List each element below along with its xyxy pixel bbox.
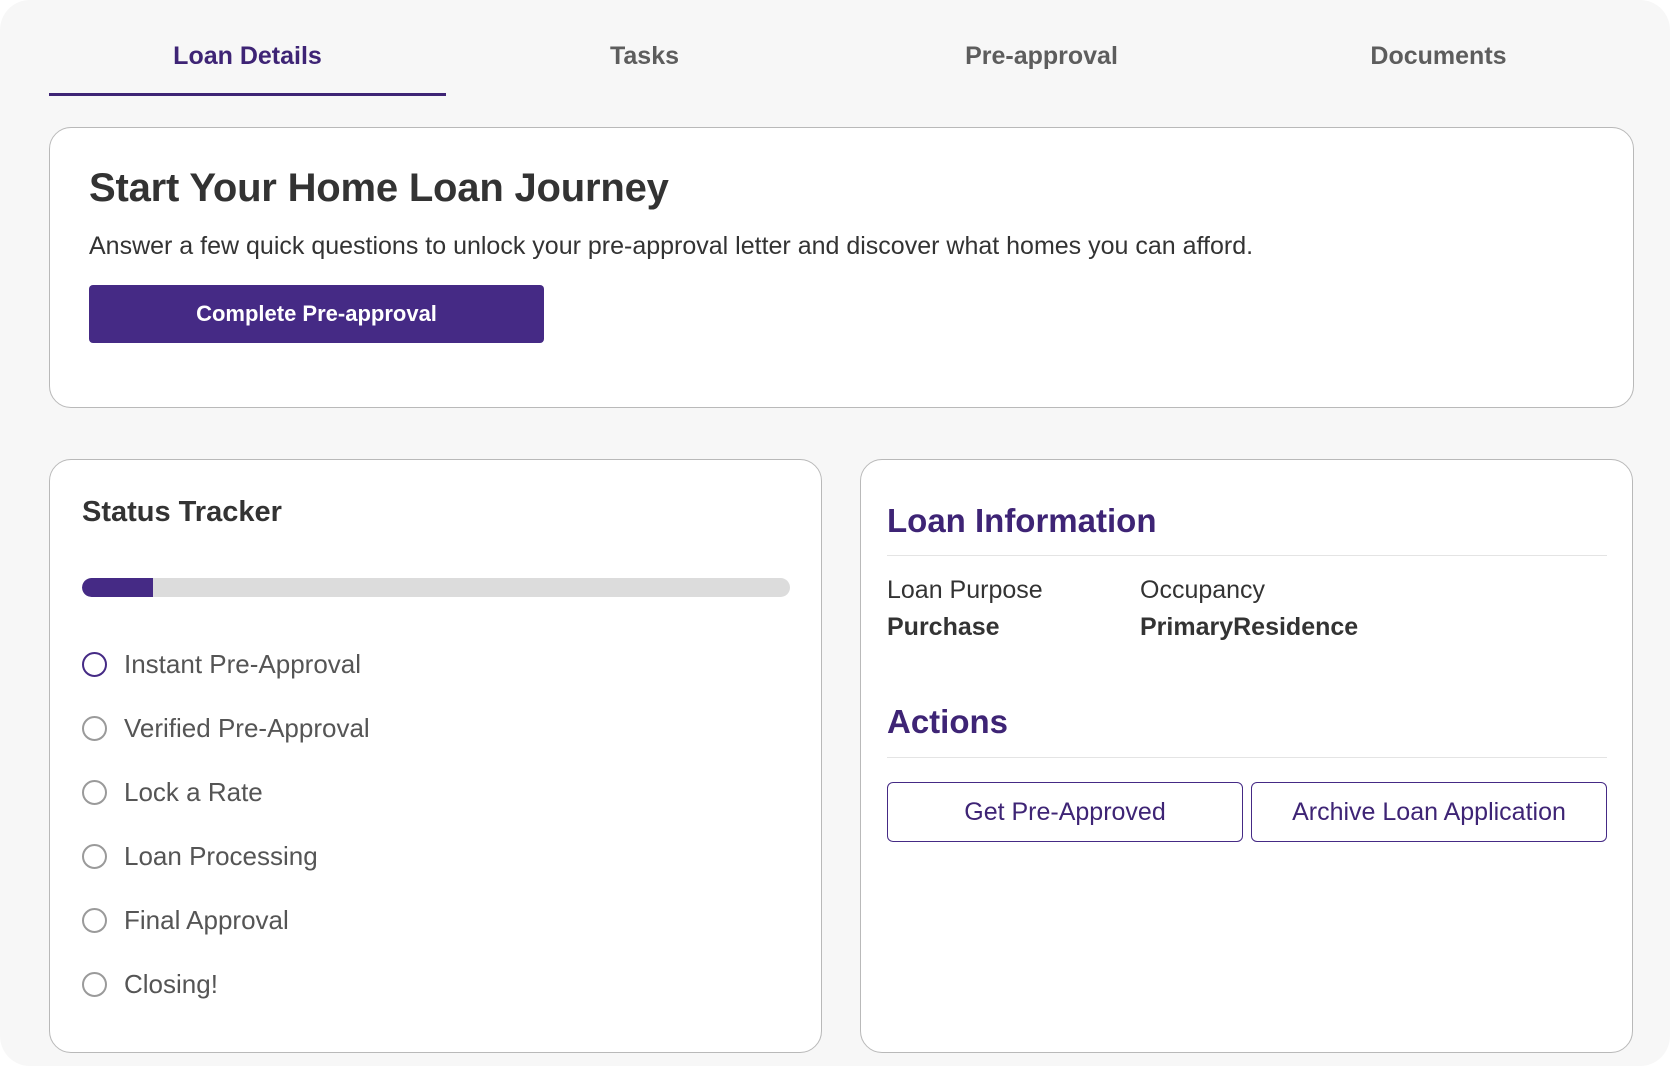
loan-information-heading: Loan Information [887, 502, 1157, 539]
status-step: Final Approval [82, 888, 370, 952]
divider [887, 757, 1607, 758]
actions-heading: Actions [887, 703, 1009, 740]
progress-bar-fill [82, 578, 153, 597]
status-step: Closing! [82, 952, 370, 1016]
status-step: Loan Processing [82, 824, 370, 888]
tab-loan-details[interactable]: Loan Details [49, 22, 446, 96]
archive-loan-application-button[interactable]: Archive Loan Application [1251, 782, 1607, 842]
circle-outline-icon [82, 971, 107, 997]
status-tracker-card: Status Tracker Instant Pre-Approval Veri… [49, 459, 822, 1053]
occupancy-value: PrimaryResidence [1140, 613, 1359, 641]
circle-outline-icon [82, 779, 107, 805]
hero-card: Start Your Home Loan Journey Answer a fe… [49, 127, 1634, 408]
divider [887, 555, 1607, 556]
status-step-label: Instant Pre-Approval [124, 648, 362, 679]
loan-dashboard: Loan Details Tasks Pre-approval Document… [0, 0, 1670, 1066]
loan-purpose-label: Loan Purpose [887, 576, 1043, 604]
status-step-label: Final Approval [124, 904, 289, 935]
status-step-label: Closing! [124, 968, 218, 999]
progress-bar [82, 578, 790, 597]
circle-outline-icon [82, 843, 107, 869]
circle-outline-icon [82, 715, 107, 741]
loan-information-card: Loan Information Loan Purpose Purchase O… [860, 459, 1633, 1053]
status-step-label: Verified Pre-Approval [124, 712, 370, 743]
circle-outline-icon [82, 907, 107, 933]
hero-title: Start Your Home Loan Journey [89, 166, 669, 210]
tab-tasks[interactable]: Tasks [446, 22, 843, 96]
get-pre-approved-button[interactable]: Get Pre-Approved [887, 782, 1243, 842]
occupancy-label: Occupancy [1140, 576, 1266, 604]
status-step: Verified Pre-Approval [82, 696, 370, 760]
status-step: Instant Pre-Approval [82, 632, 370, 696]
tab-documents[interactable]: Documents [1240, 22, 1637, 96]
tab-pre-approval[interactable]: Pre-approval [843, 22, 1240, 96]
tab-bar: Loan Details Tasks Pre-approval Document… [49, 22, 1637, 96]
status-steps-list: Instant Pre-Approval Verified Pre-Approv… [82, 632, 370, 1016]
loan-purpose-value: Purchase [887, 613, 1000, 641]
circle-outline-icon [82, 651, 107, 677]
status-tracker-title: Status Tracker [82, 496, 282, 528]
status-step: Lock a Rate [82, 760, 370, 824]
complete-pre-approval-button[interactable]: Complete Pre-approval [89, 285, 544, 343]
status-step-label: Loan Processing [124, 840, 318, 871]
status-step-label: Lock a Rate [124, 776, 263, 807]
hero-description: Answer a few quick questions to unlock y… [89, 232, 1254, 260]
